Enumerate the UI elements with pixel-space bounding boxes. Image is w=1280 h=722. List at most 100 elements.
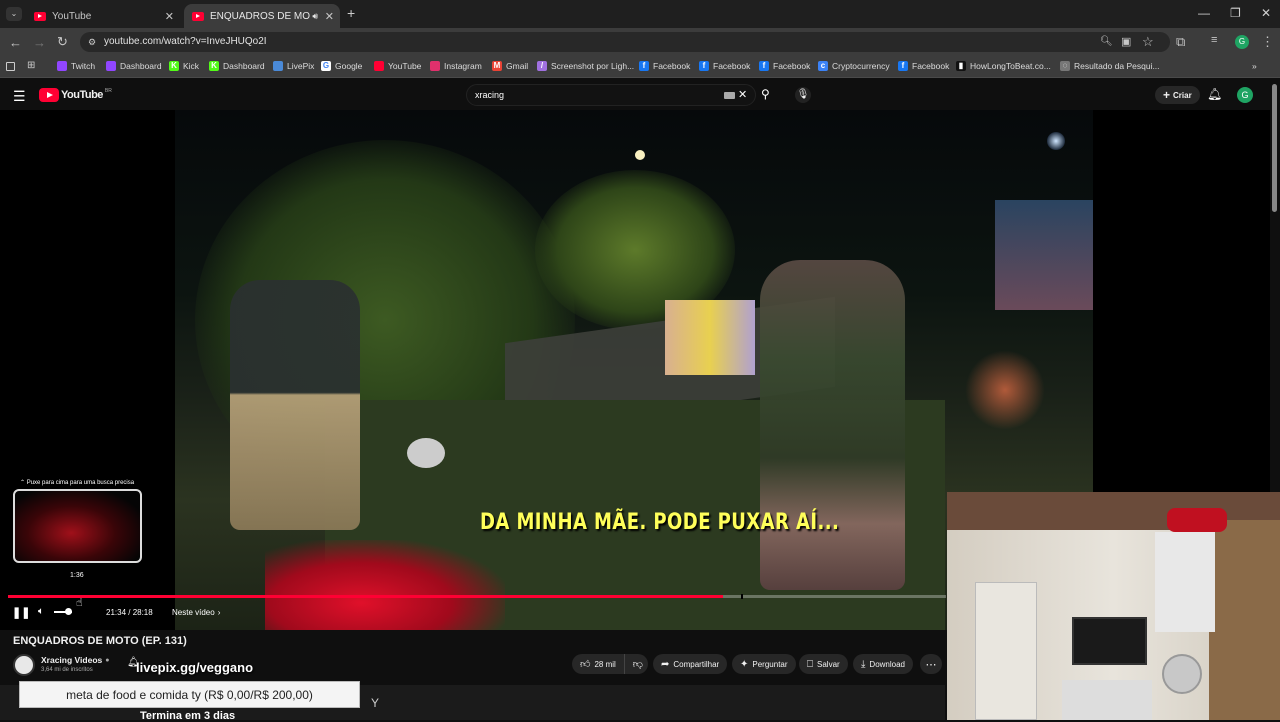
hamburger-menu-icon[interactable]: ☰ <box>13 88 26 105</box>
bookmark-item[interactable]: Twitch <box>57 61 95 71</box>
person-left <box>230 280 360 530</box>
profile-avatar[interactable]: G <box>1235 35 1249 49</box>
pause-button[interactable]: ❚❚ <box>12 606 30 619</box>
channel-name[interactable]: Xracing Videos ● <box>41 655 110 665</box>
bookmark-label: Facebook <box>773 61 811 71</box>
volume-slider-knob[interactable] <box>65 608 72 615</box>
forward-icon[interactable]: → <box>33 35 46 50</box>
close-icon[interactable]: ✕ <box>325 10 334 23</box>
lit-shop <box>995 200 1093 310</box>
clear-search-icon[interactable]: ✕ <box>738 88 747 101</box>
voice-search-icon[interactable]: 🎙︎ <box>795 87 811 103</box>
tab-title: YouTube <box>52 10 92 22</box>
bookmark-label: LivePix <box>287 61 315 71</box>
sidebar-icon[interactable] <box>6 62 15 71</box>
like-count: 28 mil <box>594 659 616 669</box>
mouse-cursor-icon: ☝︎ <box>76 597 83 609</box>
ask-button[interactable]: ✦ Perguntar <box>732 654 796 674</box>
apps-icon[interactable]: ⊞ <box>27 60 35 71</box>
helmet <box>407 438 445 468</box>
download-button[interactable]: ⤓ Download <box>853 654 913 674</box>
bookmark-label: Resultado da Pesqui... <box>1074 61 1160 71</box>
bookmark-item[interactable]: f Facebook <box>898 61 949 71</box>
share-button[interactable]: ➦ Compartilhar <box>653 654 728 674</box>
bookmark-item[interactable]: M Gmail <box>492 61 528 71</box>
menu-icon[interactable]: ⋮ <box>1261 34 1274 50</box>
bookmark-item[interactable]: K Dashboard <box>209 61 265 71</box>
zoom-icon[interactable]: 🔍︎ <box>1100 36 1113 47</box>
search-icon[interactable]: ⚲ <box>761 87 770 101</box>
search-input[interactable]: xracing <box>475 90 504 100</box>
wardrobe <box>1209 520 1280 720</box>
save-button[interactable]: ⎕ Salvar <box>799 654 848 674</box>
site-info-icon[interactable]: ⚙ <box>88 37 96 48</box>
twitch-icon <box>57 61 67 71</box>
door <box>975 582 1037 720</box>
speaker-icon[interactable]: 🔊︎ <box>312 11 318 22</box>
donation-goal-text: meta de food e comida ty (R$ 0,00/R$ 200… <box>66 687 313 702</box>
chapter-button[interactable]: Neste vídeo › <box>172 608 220 617</box>
bookmark-label: Gmail <box>506 61 529 71</box>
bookmark-item[interactable]: G Google <box>321 61 362 71</box>
facebook-icon: f <box>699 61 709 71</box>
volume-icon[interactable]: 🔈︎ <box>38 606 44 617</box>
tab-youtube[interactable]: YouTube ✕ <box>26 4 180 28</box>
seek-preview-time: 1:36 <box>70 572 84 579</box>
youtube-logo[interactable]: YouTube BR <box>39 88 112 102</box>
create-button[interactable]: + Criar <box>1155 86 1200 104</box>
bookmark-star-icon[interactable]: ☆ <box>1142 34 1154 50</box>
bookmark-label: Instagram <box>444 61 482 71</box>
search-box[interactable] <box>466 84 756 106</box>
youtube-icon <box>192 11 204 21</box>
url-text[interactable]: youtube.com/watch?v=InveJHUQo2I <box>104 36 267 47</box>
page-scrollbar[interactable] <box>1272 84 1277 212</box>
cast-icon[interactable]: ▣ <box>1121 35 1131 48</box>
facebook-icon: f <box>898 61 908 71</box>
person-right <box>760 260 905 590</box>
extensions-icon[interactable]: ⧉ <box>1176 34 1185 50</box>
colorful-wall <box>665 300 755 375</box>
bookmark-item[interactable]: c Cryptocurrency <box>818 61 890 71</box>
keyboard-icon[interactable] <box>724 92 735 99</box>
bookmark-item[interactable]: f Facebook <box>699 61 750 71</box>
bookmark-item[interactable]: ◌ Resultado da Pesqui... <box>1060 61 1160 71</box>
more-actions-button[interactable]: ⋯ <box>920 654 942 674</box>
table-and-chairs <box>965 350 1045 430</box>
bookmark-item[interactable]: f Facebook <box>759 61 810 71</box>
back-icon[interactable]: ← <box>9 35 22 50</box>
account-avatar[interactable]: G <box>1237 87 1253 103</box>
save-label: Salvar <box>817 659 840 669</box>
bookmarks-overflow-icon[interactable]: » <box>1252 61 1257 71</box>
bookmark-item[interactable]: Dashboard <box>106 61 162 71</box>
media-icon[interactable]: ≡ <box>1211 34 1217 46</box>
tv-stand <box>1062 680 1152 720</box>
new-tab-button[interactable]: + <box>347 5 355 21</box>
bookmark-label: Dashboard <box>223 61 265 71</box>
seek-hint-text: Puxe para cima para uma busca precisa <box>26 480 135 486</box>
bookmark-item[interactable]: Instagram <box>430 61 482 71</box>
tab-video[interactable]: ENQUADROS DE MOTO (E 🔊︎ ✕ <box>184 4 340 28</box>
youtube-icon <box>34 11 46 21</box>
restore-button[interactable]: ❐ <box>1230 6 1241 20</box>
video-title: ENQUADROS DE MOTO (EP. 131) <box>13 635 187 647</box>
tab-search-button[interactable]: ⌄ <box>6 7 22 21</box>
dislike-button[interactable]: 👎︎ <box>625 658 651 670</box>
like-button[interactable]: 👍︎ 28 mil <box>572 654 625 674</box>
hltb-icon: ▮ <box>956 61 966 71</box>
bookmark-item[interactable]: K Kick <box>169 61 199 71</box>
facebook-icon: f <box>639 61 649 71</box>
bookmark-item[interactable]: / Screenshot por Ligh... <box>537 61 634 71</box>
bookmark-item[interactable]: YouTube <box>374 61 421 71</box>
notifications-bell-icon[interactable]: 🔔︎ <box>1207 87 1222 101</box>
reload-icon[interactable]: ↻ <box>57 34 68 50</box>
channel-avatar[interactable] <box>13 654 35 676</box>
bookmark-item[interactable]: LivePix <box>273 61 314 71</box>
chevron-up-icon: ⌃ <box>20 480 27 486</box>
close-icon[interactable]: ✕ <box>165 10 174 23</box>
bookmark-item[interactable]: f Facebook <box>639 61 690 71</box>
bookmark-label: Dashboard <box>120 61 162 71</box>
bookmark-item[interactable]: ▮ HowLongToBeat.co... <box>956 61 1051 71</box>
progress-bar-played[interactable] <box>8 595 723 598</box>
minimize-button[interactable]: — <box>1198 6 1210 20</box>
close-window-button[interactable]: ✕ <box>1261 6 1271 20</box>
